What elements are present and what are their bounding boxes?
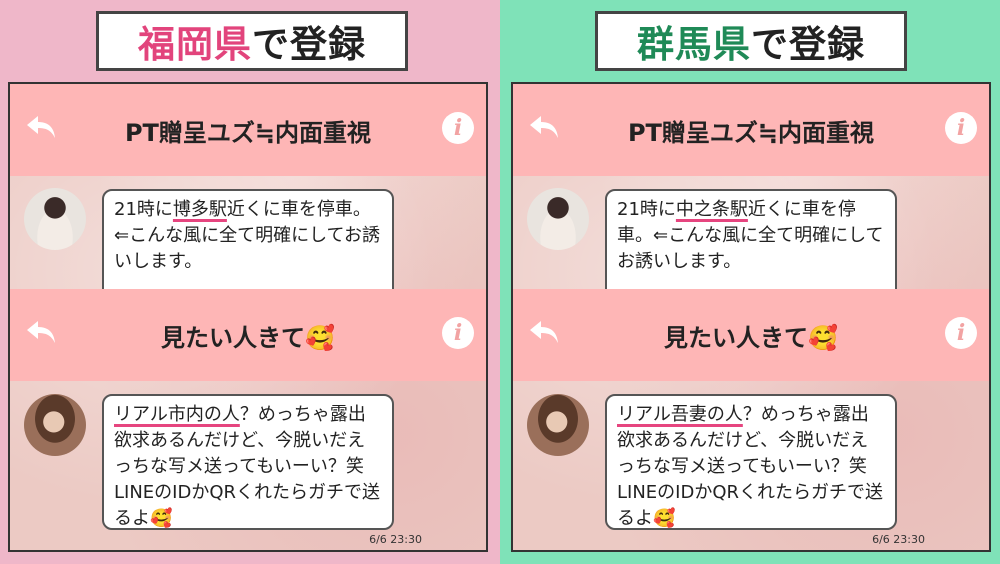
avatar[interactable] [527,394,589,456]
message-timestamp: 6/6 23:30 [872,533,925,546]
region-name: 福岡県 [138,23,252,66]
info-icon[interactable]: i [442,112,474,144]
region-name: 群馬県 [637,23,751,66]
chat-title: 見たい人きて🥰 [664,323,838,352]
info-icon[interactable]: i [442,317,474,349]
info-glyph: i [453,320,463,346]
info-icon[interactable]: i [945,112,977,144]
region-title: 群馬県 で登録 [595,11,907,71]
chat-title: PT贈呈ユズ≒内面重視 [124,118,372,147]
highlighted-area: リアル市内の人 [114,404,240,425]
back-arrow-icon[interactable] [527,315,561,349]
chat-header: 見たい人きて🥰 i [10,289,486,381]
region-suffix: で登録 [751,23,865,66]
back-arrow-icon[interactable] [24,110,58,144]
message-text-pre: 21時に [617,199,676,220]
info-icon[interactable]: i [945,317,977,349]
info-glyph: i [956,115,966,141]
message-bubble: リアル市内の人？めっちゃ露出欲求あるんだけど、今脱いだえっちな写メ送ってもいーい… [102,394,394,530]
avatar[interactable] [527,188,589,250]
region-title: 福岡県 で登録 [96,11,408,71]
right-panel: 群馬県 で登録 PT贈呈ユズ≒内面重視 i 21時に中之条駅近くに車を停車。⇐こん… [500,0,1000,564]
highlighted-area: リアル吾妻の人 [617,404,743,425]
region-suffix: で登録 [252,23,366,66]
info-glyph: i [956,320,966,346]
message-bubble: リアル吾妻の人？めっちゃ露出欲求あるんだけど、今脱いだえっちな写メ送ってもいーい… [605,394,897,530]
highlighted-station: 博多駅 [172,199,227,220]
avatar[interactable] [24,394,86,456]
chat-screenshot: PT贈呈ユズ≒内面重視 i 21時に博多駅近くに車を停車。⇐こんな風に全て明確に… [8,82,488,552]
chat-header: PT贈呈ユズ≒内面重視 i [10,84,486,176]
avatar[interactable] [24,188,86,250]
chat-header: 見たい人きて🥰 i [513,289,989,381]
back-arrow-icon[interactable] [527,110,561,144]
message-bubble: 21時に博多駅近くに車を停車。⇐こんな風に全て明確にしてお誘いします。 [102,189,394,299]
chat-header: PT贈呈ユズ≒内面重視 i [513,84,989,176]
highlighted-station: 中之条駅 [675,199,748,220]
back-arrow-icon[interactable] [24,315,58,349]
chat-screenshot: PT贈呈ユズ≒内面重視 i 21時に中之条駅近くに車を停車。⇐こんな風に全て明確… [511,82,991,552]
chat-title: PT贈呈ユズ≒内面重視 [627,118,875,147]
left-panel: 福岡県 で登録 PT贈呈ユズ≒内面重視 i 21時に博多駅近くに車を停車。⇐こんな… [0,0,500,564]
chat-title: 見たい人きて🥰 [161,323,335,352]
message-bubble: 21時に中之条駅近くに車を停車。⇐こんな風に全て明確にしてお誘いします。 [605,189,897,299]
info-glyph: i [453,115,463,141]
message-text-pre: 21時に [114,199,173,220]
message-timestamp: 6/6 23:30 [369,533,422,546]
